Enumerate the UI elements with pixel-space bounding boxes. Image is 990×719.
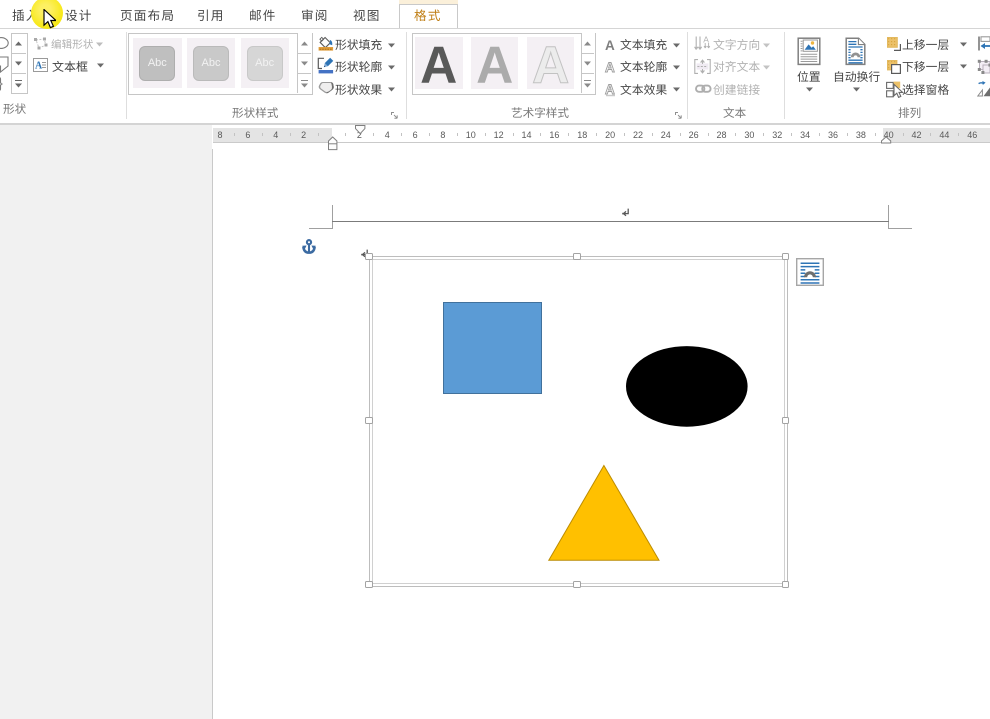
svg-text:A: A	[605, 60, 615, 75]
svg-text:A: A	[420, 37, 457, 88]
svg-text:A: A	[605, 38, 615, 53]
svg-text:A: A	[35, 61, 43, 72]
svg-text:A: A	[703, 36, 709, 44]
svg-text:A: A	[476, 37, 513, 88]
svg-text:A: A	[532, 37, 569, 88]
